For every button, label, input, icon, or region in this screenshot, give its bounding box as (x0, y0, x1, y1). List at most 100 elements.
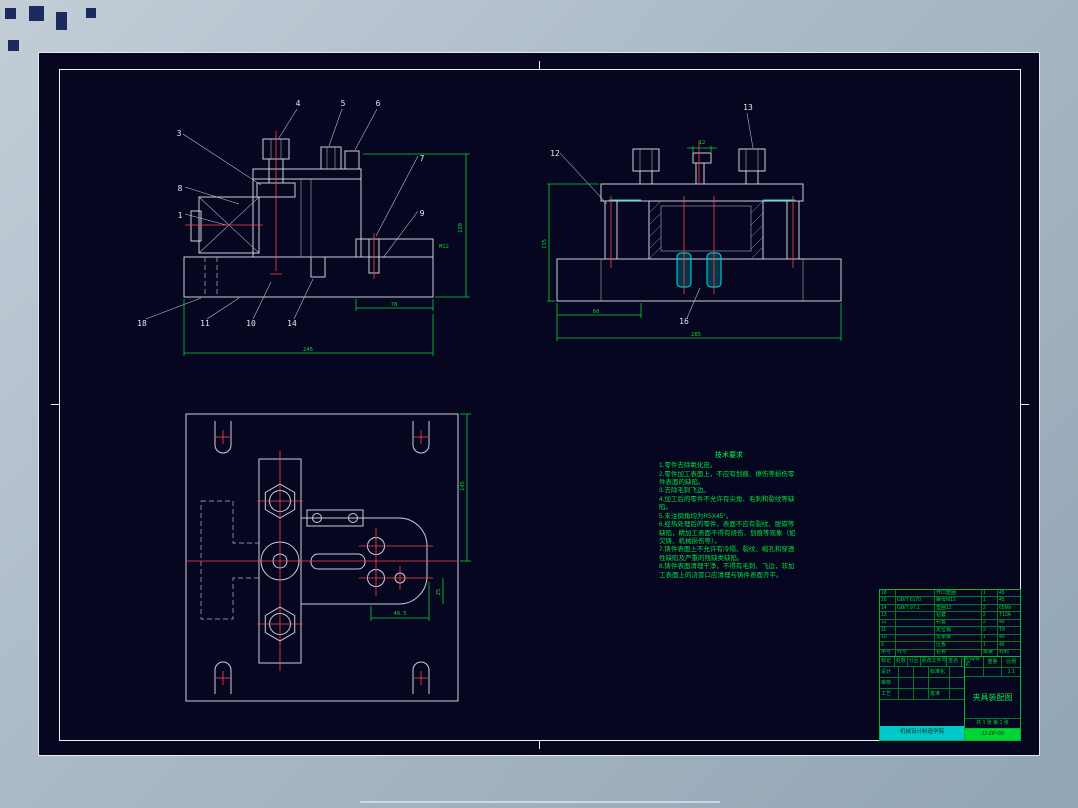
plan-view: 145 40.5 25 (185, 413, 471, 702)
part-callout: 11 (200, 319, 210, 328)
technical-notes: 技术要求 1.零件去除氧化皮。 2.零件加工表面上，不应有划痕、擦伤等损伤零件表… (659, 451, 799, 580)
sign-blank (899, 689, 914, 699)
sign-role: 工艺 (880, 689, 899, 699)
sign-blank (914, 667, 929, 677)
side-view: 12 13 16 115 60 285 12 (542, 103, 842, 341)
bom-cell: 支承板 (935, 634, 982, 642)
bom-cell: 螺母M12 (935, 597, 982, 604)
scale-label: 比例 (1006, 658, 1017, 665)
sign-blank (950, 678, 964, 688)
bom-header-cell: 数量 (982, 649, 998, 656)
bom-cell: 2 (982, 604, 998, 612)
bom-header-cell: 材料 (999, 649, 1010, 656)
drawing-code: JJ-ZP-00 (965, 729, 1020, 740)
bom-row: 14 GB/T 97.1 垫圈12 2 65Mn (880, 604, 1020, 613)
dimension-label: 40.5 (393, 611, 406, 617)
bom-cell (896, 627, 935, 634)
sign-role: 标准化 (929, 667, 950, 677)
bom-cell: 1 (982, 597, 998, 604)
base-block (556, 258, 842, 302)
support-columns (604, 200, 800, 260)
clamp-studs (256, 138, 360, 198)
revision-cell: 分区 (908, 657, 921, 666)
dimension-label: 246 (303, 347, 313, 353)
stage-values: 1:1 (965, 668, 1020, 677)
dimension-label: 120 (458, 223, 464, 233)
bom-cell (896, 590, 935, 597)
part-callout: 8 (178, 184, 183, 193)
drawing-sheet: 3 4 5 6 7 9 8 1 18 11 10 14 120 78 246 M… (38, 52, 1040, 756)
leader-lines (559, 112, 754, 319)
part-callout: 3 (177, 129, 182, 138)
bom-cell: 钻套 (935, 612, 982, 619)
leader-lines (145, 108, 419, 320)
sign-role (929, 678, 950, 688)
stage-row: 阶段标记 重量 比例 (965, 657, 1020, 668)
title-area: 阶段标记 重量 比例 1:1 夹具装配图 共 1 张 第 1 张 JJ-ZP-0… (965, 657, 1020, 740)
sign-blank (899, 678, 914, 688)
note-line: 3.去除毛刺飞边。 (659, 487, 710, 495)
bom-cell: 18 (880, 590, 896, 597)
dimension-label: 285 (691, 332, 701, 338)
bom-row: 10 支承板 1 45 (880, 634, 1020, 643)
bom-cell: 65Mn (999, 604, 1012, 611)
bom-row: 18 开口垫圈 1 45 (880, 590, 1020, 598)
weight-value (984, 668, 1003, 676)
plate-outline (185, 413, 459, 702)
scale-value: 1:1 (1007, 668, 1015, 675)
swing-bracket (301, 509, 428, 605)
bom-cell (896, 634, 935, 642)
sign-blank (950, 689, 964, 699)
revision-header: 标记 处数 分区 更改文件号 签名 年月日 (880, 657, 964, 667)
bom-cell (896, 612, 935, 619)
screen-artifact (5, 8, 16, 19)
bom-cell: 14 (880, 604, 896, 612)
part-callout: 14 (287, 319, 297, 328)
bom-cell: 1 (982, 590, 998, 597)
bom-cell: 12 (880, 619, 896, 627)
part-callout: 13 (743, 103, 753, 112)
bom-table: 18 开口垫圈 1 45 16 GB/T 6170 螺母M12 1 45 14 … (880, 590, 1020, 657)
side-center-lines (610, 141, 794, 294)
section-hatching (648, 200, 764, 260)
bom-cell: 2 (982, 612, 998, 619)
centering-mark (539, 61, 540, 70)
bom-header-cell: 代号 (896, 649, 935, 656)
screen-artifact (86, 8, 96, 18)
part-callout: 16 (679, 317, 689, 326)
note-line: 7.铸件表面上不允许有冷隔、裂纹、缩孔和穿透性缺陷及严重的残缺类缺陷。 (659, 546, 795, 562)
screen-artifact (29, 6, 44, 21)
bom-cell: 9 (880, 642, 896, 649)
sign-role: 审核 (880, 678, 899, 688)
dimension-label: 25 (436, 589, 442, 596)
revision-cell: 处数 (895, 657, 908, 666)
bom-cell: 垫圈12 (935, 604, 982, 612)
stage-value (965, 668, 984, 676)
bom-cell (896, 619, 935, 627)
bom-cell: 定位销 (935, 627, 982, 634)
dimension-label: M12 (439, 244, 449, 250)
sign-row: 工艺 批准 (880, 689, 964, 700)
dimension-label: 78 (391, 302, 398, 308)
plan-center-lines (186, 430, 458, 685)
bom-header-cell: 名称 (935, 649, 982, 656)
sign-blank (899, 667, 914, 677)
part-callout: 10 (246, 319, 256, 328)
organization-cell: 机械设计制造学院 (880, 726, 964, 740)
bom-cell: T8 (999, 627, 1005, 633)
front-dimensions: 120 78 246 M12 (183, 153, 470, 356)
centering-mark (539, 740, 540, 749)
sign-role: 设计 (880, 667, 899, 677)
bom-cell: 10 (880, 634, 896, 642)
bom-cell: 13 (880, 612, 896, 619)
sign-blank (914, 678, 929, 688)
bom-cell: T10A (999, 612, 1011, 619)
front-view: 3 4 5 6 7 9 8 1 18 11 10 14 120 78 246 M… (137, 99, 470, 356)
screen-artifact (8, 40, 19, 51)
dimension-label: 115 (542, 239, 548, 249)
note-line: 8.铸件表面清理干净，不得有毛刺、飞边，非加工表面上的浇冒口应清理与铸件表面齐平… (659, 563, 795, 579)
revision-cell: 更改文件号 (921, 657, 948, 666)
note-line: 2.零件加工表面上，不应有划痕、擦伤等损伤零件表面的缺陷。 (659, 470, 795, 486)
note-line: 6.经热处理后的零件，表面不应有裂纹、脱碳等缺陷，精加工表面不得有烧伤、划痕等现… (659, 521, 796, 546)
screen-artifact (56, 12, 67, 30)
